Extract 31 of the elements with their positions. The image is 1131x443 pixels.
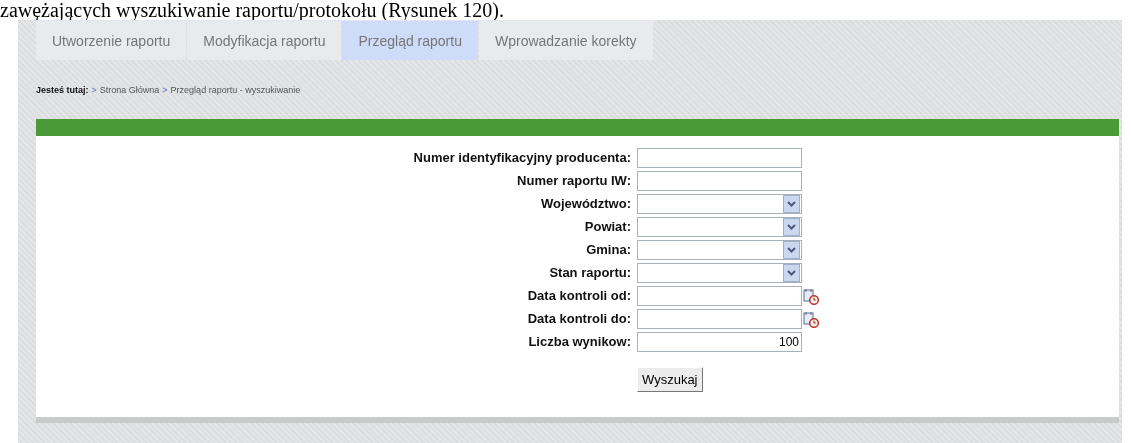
- document-text: zawężających wyszukiwanie raportu/protokołu (Rysunek 120).: [0, 0, 506, 20]
- breadcrumb-separator: >: [162, 85, 168, 95]
- calendar-clock-icon[interactable]: [803, 287, 819, 305]
- field-label: Numer identyfikacyjny producenta:: [412, 149, 631, 167]
- breadcrumb-link[interactable]: Strona Główna: [99, 85, 160, 95]
- field-label: Stan raportu:: [548, 264, 631, 282]
- dropdown-field[interactable]: [637, 217, 802, 237]
- field-label: Data kontroli do:: [526, 310, 631, 328]
- date-field[interactable]: [637, 309, 802, 329]
- breadcrumb-separator: >: [91, 85, 97, 95]
- field-label: Liczba wynikow:: [527, 333, 631, 351]
- field-label: Gmina:: [585, 241, 631, 259]
- input-field[interactable]: [637, 148, 802, 168]
- tab[interactable]: Przegląd raportu: [342, 20, 478, 60]
- tab[interactable]: Wprowadzanie korekty: [478, 20, 653, 60]
- input-field[interactable]: 100: [637, 332, 802, 352]
- field-label: Numer raportu IW:: [516, 172, 631, 190]
- field-label: Data kontroli od:: [526, 287, 631, 305]
- tab[interactable]: Utworzenie raportu: [36, 20, 187, 60]
- calendar-clock-icon[interactable]: [803, 310, 819, 328]
- dropdown-field[interactable]: [637, 240, 802, 260]
- dropdown-field[interactable]: [637, 263, 802, 283]
- input-field[interactable]: [637, 171, 802, 191]
- breadcrumb-label: Jesteś tutaj:: [36, 85, 89, 95]
- field-label: Powiat:: [583, 218, 631, 236]
- field-label: Województwo:: [539, 195, 631, 213]
- date-field[interactable]: [637, 286, 802, 306]
- dropdown-field[interactable]: [637, 194, 802, 214]
- search-button[interactable]: Wyszukaj: [637, 366, 703, 392]
- breadcrumb-link[interactable]: Przegląd raportu - wyszukiwanie: [170, 85, 301, 95]
- tab[interactable]: Modyfikacja raportu: [187, 20, 342, 60]
